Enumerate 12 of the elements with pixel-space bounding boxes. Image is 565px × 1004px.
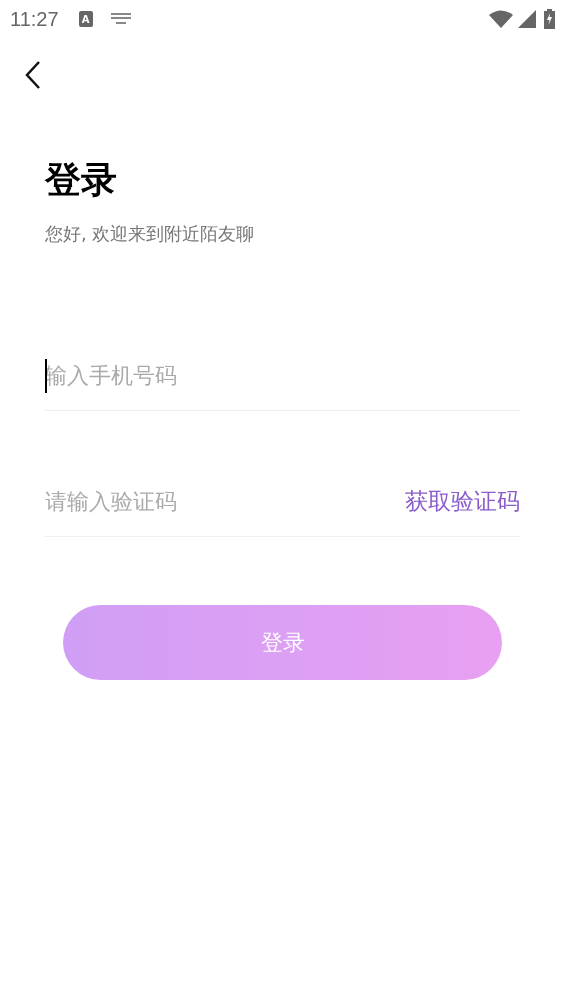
code-input-field[interactable]: 请输入验证码 bbox=[45, 485, 405, 518]
welcome-text: 您好, 欢迎来到附近陌友聊 bbox=[45, 222, 256, 246]
text-cursor bbox=[45, 359, 47, 393]
keyboard-icon bbox=[110, 13, 131, 25]
get-code-link[interactable]: 获取验证码 bbox=[405, 484, 520, 519]
battery-icon bbox=[544, 9, 555, 29]
signal-icon bbox=[518, 10, 536, 28]
phone-input-field[interactable]: 输入手机号码 bbox=[45, 359, 520, 392]
input-method-icon: A bbox=[78, 11, 93, 27]
status-time: 11:27 bbox=[10, 7, 59, 32]
wifi-icon bbox=[489, 10, 513, 28]
page-title: 登录 bbox=[45, 162, 118, 198]
